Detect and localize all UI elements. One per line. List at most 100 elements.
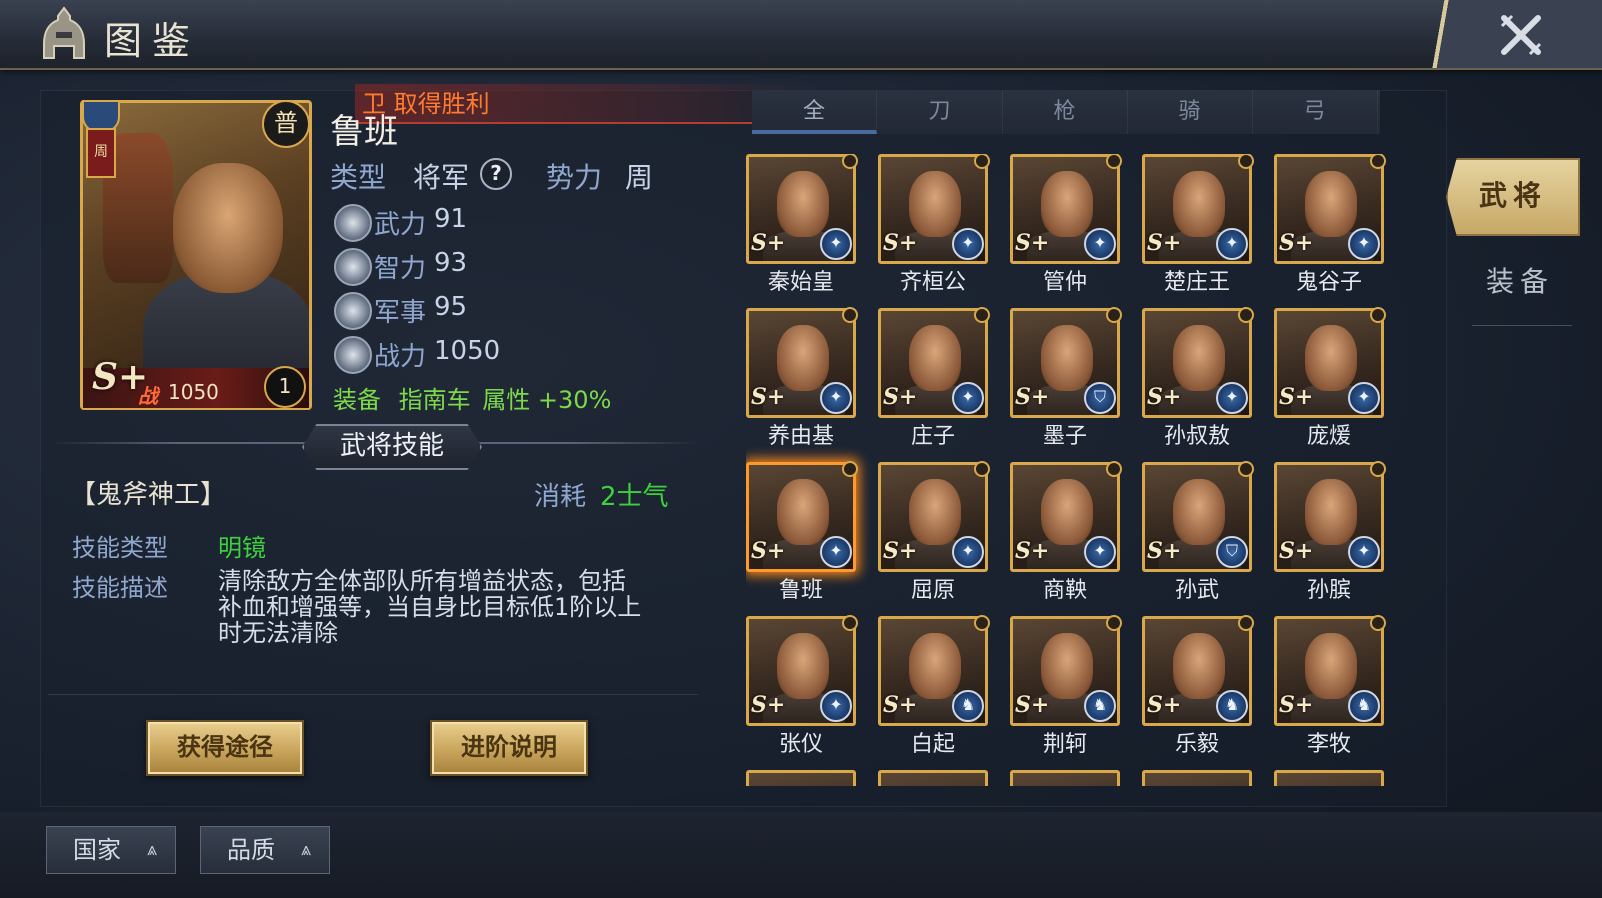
hero-card[interactable]: S+ ✦ 张仪 <box>746 615 858 761</box>
hero-card-partial[interactable] <box>746 770 856 786</box>
helmet-icon <box>43 6 85 59</box>
hero-card-grade: S+ <box>1147 538 1182 564</box>
close-icon[interactable] <box>1496 10 1546 60</box>
hero-card-face <box>1041 633 1093 699</box>
hero-card-partial[interactable] <box>1142 770 1252 786</box>
stat-value-intel: 93 <box>434 248 468 278</box>
hero-card-grade: S+ <box>883 230 918 256</box>
corner-ornament-icon <box>1238 307 1254 323</box>
obtain-button[interactable]: 获得途径 <box>146 720 304 776</box>
quality-filter-label: 品质 <box>227 836 275 864</box>
hero-card[interactable]: S+ ✦ 鬼谷子 <box>1274 154 1386 299</box>
hero-card-grade: S+ <box>1147 692 1182 718</box>
corner-ornament-icon <box>842 307 858 323</box>
tab-blade[interactable]: 刀 <box>877 90 1003 134</box>
tab-all[interactable]: 全 <box>752 90 877 134</box>
country-filter-button[interactable]: 国家 ⩓ <box>46 826 176 874</box>
corner-ornament-icon <box>974 307 990 323</box>
chevron-up-icon: ⩓ <box>146 839 157 860</box>
hero-card-grade: S+ <box>1015 692 1050 718</box>
hero-card-grade: S+ <box>883 538 918 564</box>
stat-value-power: 1050 <box>434 336 501 366</box>
page-title: 图鉴 <box>104 19 201 63</box>
hero-card-name: 孙膑 <box>1306 578 1351 603</box>
hero-card-portrait <box>1010 770 1120 786</box>
advance-button[interactable]: 进阶说明 <box>430 720 588 776</box>
hero-card[interactable]: S+ ♞ 白起 <box>878 615 990 761</box>
hero-card-face <box>909 325 961 391</box>
faction-label: 势力 <box>546 161 603 194</box>
hero-card-face <box>1173 633 1225 699</box>
scroll-icon <box>334 248 372 286</box>
troop-class-icon: ✦ <box>820 536 852 568</box>
skill-type-value: 明镜 <box>218 534 266 562</box>
hero-card-face <box>1173 479 1225 545</box>
hero-card-face <box>1041 325 1093 391</box>
hero-card[interactable]: S+ ✦ 养由基 <box>746 307 858 453</box>
hero-card[interactable]: S+ ⛉ 墨子 <box>1010 307 1122 453</box>
hero-name: 鲁班 <box>330 112 398 152</box>
blade-icon <box>334 336 372 374</box>
hero-card[interactable]: S+ ✦ 孙膑 <box>1274 461 1386 607</box>
corner-ornament-icon <box>1106 307 1122 323</box>
help-icon[interactable]: ? <box>480 158 512 190</box>
hero-card-face <box>1305 479 1357 545</box>
hero-card-name: 屈原 <box>910 578 955 603</box>
skill-type-label: 技能类型 <box>72 534 168 562</box>
hero-card-face <box>1305 633 1357 699</box>
hero-card-grade: S+ <box>1015 384 1050 410</box>
hero-card-name: 鲁班 <box>778 578 823 603</box>
type-label: 类型 <box>330 161 387 194</box>
hero-card-name: 商鞅 <box>1042 578 1087 603</box>
hero-card-portrait <box>746 770 856 786</box>
corner-ornament-icon <box>1106 615 1122 631</box>
hero-card-name: 孙叔敖 <box>1163 424 1230 449</box>
troop-class-icon: ✦ <box>1348 228 1380 260</box>
hero-card-face <box>777 171 829 237</box>
tab-spear[interactable]: 枪 <box>1002 90 1128 134</box>
hero-card-partial[interactable] <box>878 770 988 786</box>
side-tab-equipment[interactable]: 装备 <box>1460 260 1580 310</box>
hero-card-name: 荆轲 <box>1042 732 1087 757</box>
hero-card[interactable]: S+ ✦ 商鞅 <box>1010 461 1122 607</box>
hero-card[interactable]: S+ ✦ 鲁班 <box>746 461 858 607</box>
hero-card[interactable]: S+ ✦ 庞煖 <box>1274 307 1386 453</box>
hero-card-partial[interactable] <box>1274 770 1384 786</box>
lower-divider <box>48 694 698 695</box>
stat-label-intel: 智力 <box>374 254 427 284</box>
power-icon: 战 <box>138 384 158 408</box>
troop-class-icon: ✦ <box>952 382 984 414</box>
skill-desc-value: 清除敌方全体部队所有增益状态，包括补血和增强等，当自身比目标低1阶以上时无法清除 <box>218 567 642 647</box>
hero-card-face <box>777 325 829 391</box>
tab-bow[interactable]: 弓 <box>1252 90 1378 134</box>
side-tab-generals[interactable]: 武将 <box>1446 158 1580 236</box>
hero-card-face <box>909 633 961 699</box>
hero-card[interactable]: S+ ✦ 庄子 <box>878 307 990 453</box>
hero-card[interactable]: S+ ⛉ 孙武 <box>1142 461 1254 607</box>
hero-card-portrait <box>1274 770 1384 786</box>
hero-card[interactable]: S+ ✦ 楚庄王 <box>1142 154 1254 299</box>
hero-card[interactable]: S+ ✦ 秦始皇 <box>746 154 858 299</box>
hero-card[interactable]: S+ ♞ 李牧 <box>1274 615 1386 761</box>
hero-card[interactable]: S+ ♞ 荆轲 <box>1010 615 1122 761</box>
hero-card-name: 孙武 <box>1174 578 1219 603</box>
hero-card-face <box>909 171 961 237</box>
hero-card[interactable]: S+ ✦ 管仲 <box>1010 154 1122 299</box>
sword-icon <box>334 204 372 242</box>
corner-ornament-icon <box>974 461 990 477</box>
equip-value: 指南车 <box>398 386 471 414</box>
hero-card[interactable]: S+ ✦ 齐桓公 <box>878 154 990 299</box>
troop-class-icon: ♞ <box>1084 690 1116 722</box>
hero-card[interactable]: S+ ♞ 乐毅 <box>1142 615 1254 761</box>
tab-cavalry[interactable]: 骑 <box>1127 90 1253 134</box>
troop-class-icon: ✦ <box>1084 536 1116 568</box>
hero-card-portrait <box>1142 770 1252 786</box>
hero-card-face <box>1173 325 1225 391</box>
quality-filter-button[interactable]: 品质 ⩓ <box>200 826 330 874</box>
hero-card[interactable]: S+ ✦ 孙叔敖 <box>1142 307 1254 453</box>
hero-card[interactable]: S+ ✦ 屈原 <box>878 461 990 607</box>
hero-card-grade: S+ <box>751 384 786 410</box>
hero-card-partial[interactable] <box>1010 770 1120 786</box>
equip-line: 装备 指南车 属性 +30% <box>333 380 611 415</box>
troop-class-icon: ♞ <box>952 690 984 722</box>
